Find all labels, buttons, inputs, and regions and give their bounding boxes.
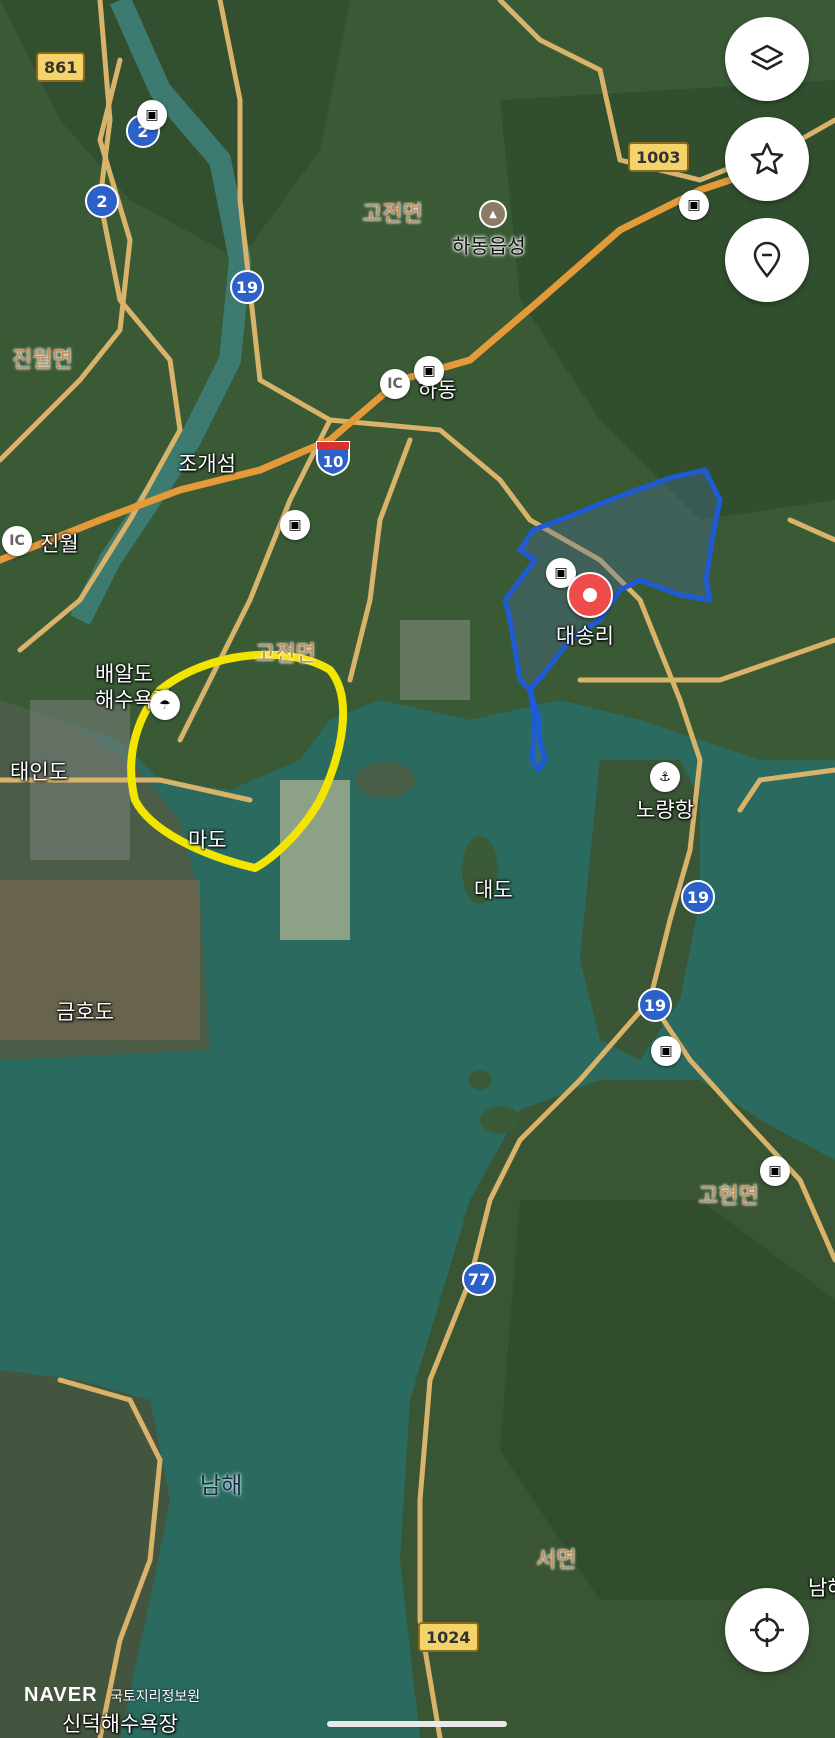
road-shield-19-mid: 19 [681,880,715,914]
current-location-button[interactable] [725,1588,809,1672]
selected-location-pin[interactable] [567,572,613,618]
cctv-camera-icon[interactable]: ▣ [651,1036,681,1066]
road-shield-1024: 1024 [418,1622,479,1652]
poi-geumhodo[interactable]: 금호도 [56,996,114,1026]
castle-icon: ▲ [479,200,507,228]
map-credit: 국토지리정보원 [110,1689,201,1705]
road-shield-2: 2 [85,184,119,218]
poi-hadong-eupseong[interactable]: 하동읍성 [452,230,526,259]
highway-shield-10: 10 [316,441,350,476]
poi-namhae[interactable]: 남해 [200,1466,242,1500]
cctv-camera-icon[interactable]: ▣ [280,510,310,540]
road-shield-1003: 1003 [628,142,689,172]
svg-text:10: 10 [323,453,344,471]
cctv-camera-icon[interactable]: ▣ [760,1156,790,1186]
location-pin-icon [753,241,781,279]
poi-daedo[interactable]: 대도 [474,874,513,904]
star-icon [750,142,784,175]
region-label-seomyeon: 서면 [536,1548,577,1573]
poi-jinwol[interactable]: 진월 [40,528,79,558]
poi-noryang-port[interactable]: 노량항 [636,794,694,824]
crosshair-icon [750,1613,784,1647]
road-shield-77: 77 [462,1262,496,1296]
poi-sindeok-beach[interactable]: 신덕해수욕장 [62,1708,178,1738]
port-icon[interactable]: ⚓ [650,762,680,792]
layers-icon [750,44,784,71]
road-shield-861: 861 [36,52,86,82]
location-pin-button[interactable] [725,218,809,302]
poi-jogaeseom[interactable]: 조개섬 [178,448,236,478]
favorite-button[interactable] [725,117,809,201]
satellite-map[interactable] [0,0,835,1738]
ic-badge-hadong[interactable]: IC [380,369,410,399]
home-indicator[interactable] [327,1721,507,1727]
region-label-gohyeon: 고현면 [698,1184,759,1209]
cctv-camera-icon[interactable]: ▣ [679,190,709,220]
cctv-camera-icon[interactable]: ▣ [137,100,167,130]
poi-taeindo[interactable]: 태인도 [10,756,68,786]
beach-icon[interactable]: ☂ [150,690,180,720]
ic-badge-jinwol[interactable]: IC [2,526,32,556]
poi-daesongri[interactable]: 대송리 [556,620,614,650]
region-label-goseong: 고전면 [255,642,316,667]
road-shield-19-south: 19 [638,988,672,1022]
region-label-gojeon: 고전면 [362,202,423,227]
poi-namhae-edge[interactable]: 남해 [808,1572,835,1602]
poi-mado[interactable]: 마도 [188,824,227,854]
region-label-jinwol: 진월면 [12,348,73,373]
road-shield-19-north: 19 [230,270,264,304]
layers-button[interactable] [725,17,809,101]
cctv-camera-icon[interactable]: ▣ [414,356,444,386]
naver-logo: NAVER [24,1684,98,1706]
